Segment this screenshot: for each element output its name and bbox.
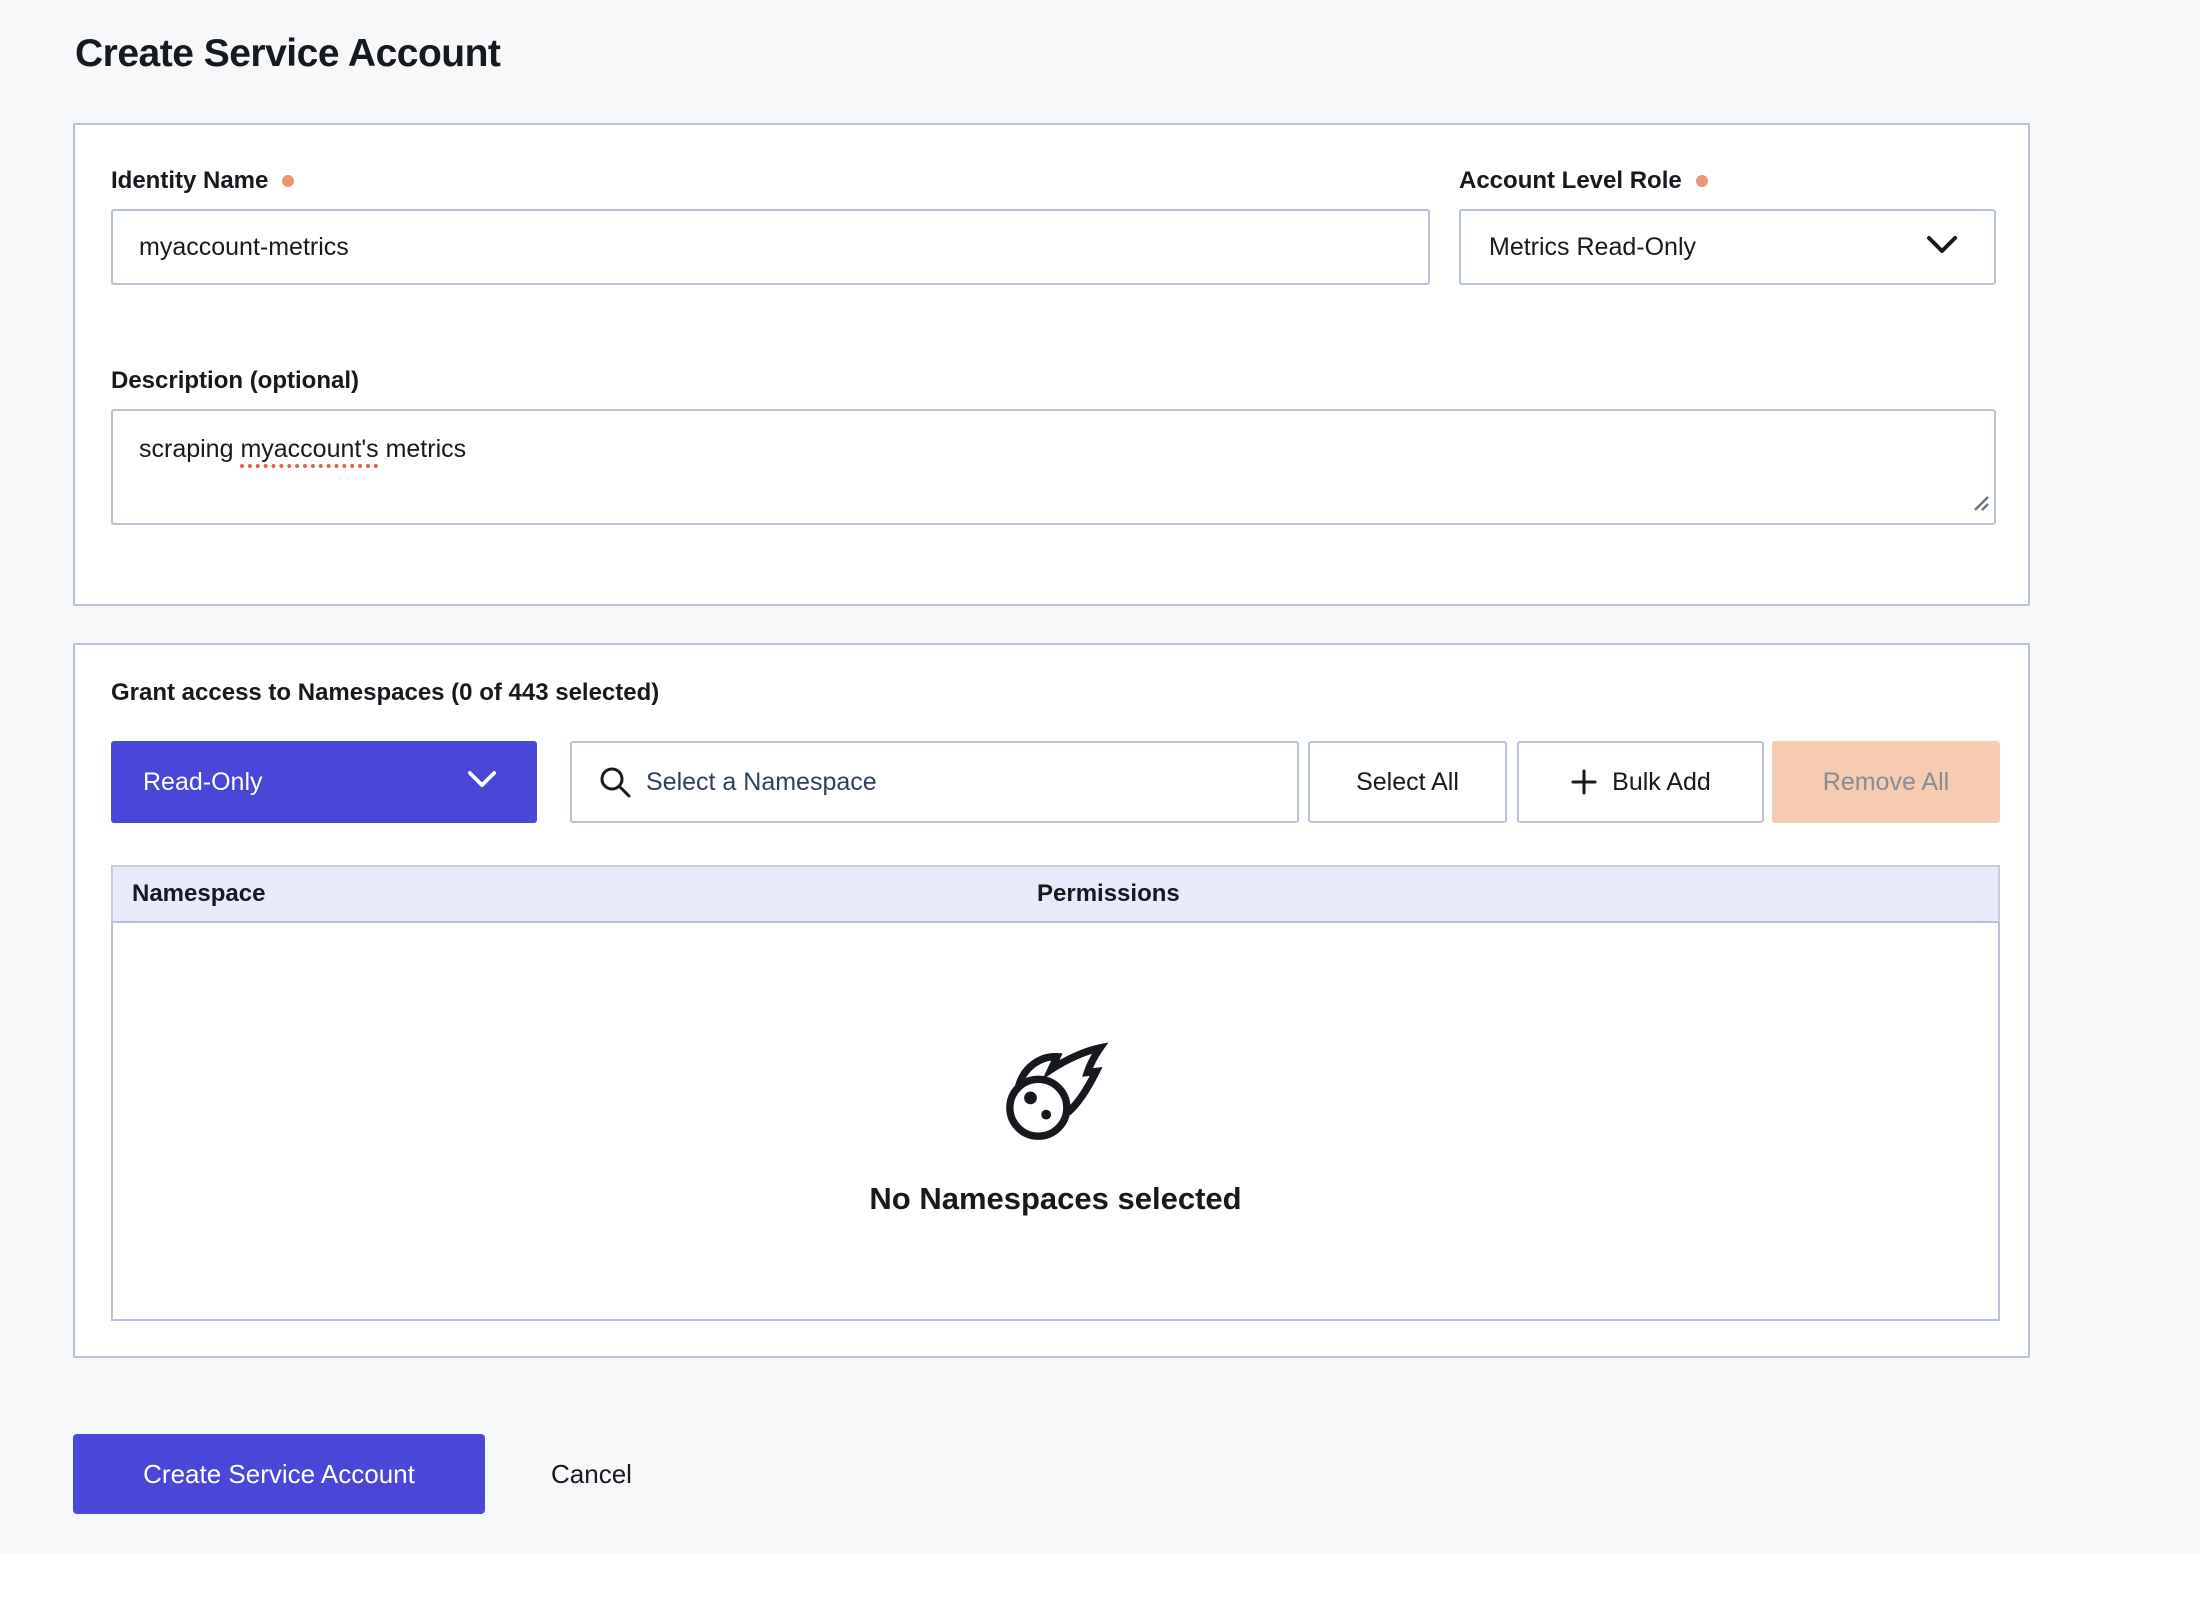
required-dot-icon [1696,175,1708,187]
namespace-search-input[interactable] [632,747,1232,817]
identity-name-label: Identity Name [111,167,294,195]
permission-role-dropdown[interactable]: Read-Only [111,741,537,823]
description-label-text: Description (optional) [111,367,359,395]
select-all-label: Select All [1356,768,1459,797]
comet-icon [997,1041,1115,1147]
plus-icon [1570,768,1598,796]
select-all-button[interactable]: Select All [1308,741,1507,823]
account-level-role-value: Metrics Read-Only [1489,233,1696,262]
resize-handle-icon[interactable] [1971,491,1991,520]
namespaces-empty-state: No Namespaces selected [111,923,2000,1321]
chevron-down-icon [467,770,497,794]
identity-form-card: Identity Name Account Level Role Metrics… [73,123,2030,606]
description-textarea[interactable]: scraping myaccount's metrics [111,409,1996,525]
permission-role-value: Read-Only [143,768,263,797]
remove-all-label: Remove All [1823,768,1949,797]
namespace-search-box[interactable] [570,741,1299,823]
description-text-misspelled: myaccount's [240,435,378,463]
description-text-prefix: scraping [139,435,240,463]
bulk-add-label: Bulk Add [1612,768,1711,797]
window-bottom-strip [0,1554,2200,1600]
account-level-role-label-text: Account Level Role [1459,167,1682,195]
account-level-role-select[interactable]: Metrics Read-Only [1459,209,1996,285]
bulk-add-button[interactable]: Bulk Add [1517,741,1764,823]
namespaces-table: Namespace Permissions No Namespaces sele… [111,865,2000,1321]
namespaces-section-title: Grant access to Namespaces (0 of 443 sel… [111,679,659,707]
chevron-down-icon [1926,235,1958,260]
description-text-suffix: metrics [379,435,467,463]
namespaces-card: Grant access to Namespaces (0 of 443 sel… [73,643,2030,1358]
page-title: Create Service Account [75,32,500,76]
required-dot-icon [282,175,294,187]
column-header-permissions: Permissions [1037,880,1180,908]
empty-state-message: No Namespaces selected [869,1181,1241,1217]
remove-all-button[interactable]: Remove All [1772,741,2000,823]
identity-name-label-text: Identity Name [111,167,268,195]
namespaces-toolbar: Read-Only Select All Bulk Add Remove All [111,741,2000,823]
column-header-namespace: Namespace [113,880,1037,908]
footer-actions: Create Service Account Cancel [73,1434,632,1514]
identity-name-input[interactable] [111,209,1430,285]
cancel-button[interactable]: Cancel [551,1459,632,1490]
search-icon [598,765,632,799]
description-label: Description (optional) [111,367,359,395]
account-level-role-label: Account Level Role [1459,167,1708,195]
namespaces-table-header: Namespace Permissions [111,865,2000,923]
create-service-account-button[interactable]: Create Service Account [73,1434,485,1514]
